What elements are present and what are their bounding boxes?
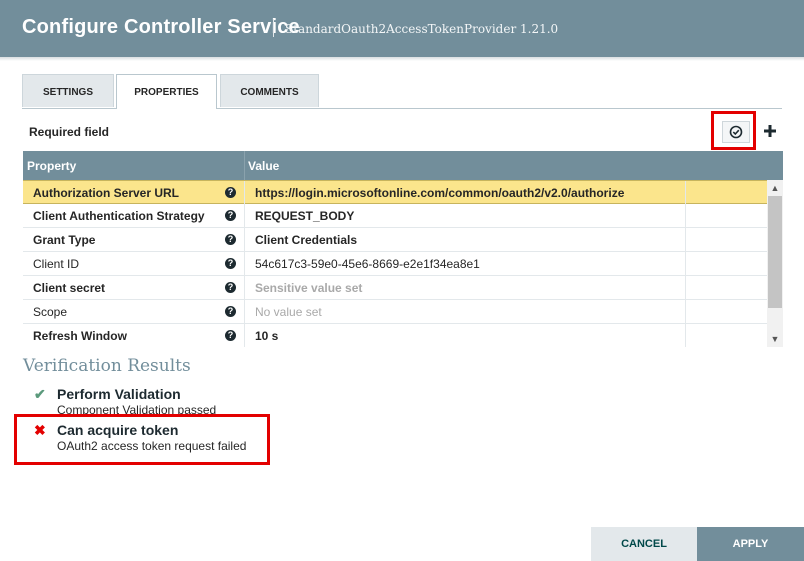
verification-result-title: Can acquire token (57, 422, 179, 438)
verification-result-detail: Component Validation passed (57, 403, 217, 417)
help-icon[interactable]: ? (225, 210, 236, 221)
check-circle-icon (729, 125, 743, 139)
property-name: Refresh Window (33, 329, 127, 343)
apply-button[interactable]: APPLY (697, 527, 804, 561)
table-body: Authorization Server URL ? https://login… (23, 180, 767, 347)
cell-divider (244, 181, 245, 204)
checkmark-icon: ✔ (34, 386, 46, 402)
title-separator (273, 19, 274, 37)
help-icon[interactable]: ? (225, 282, 236, 293)
property-name: Grant Type (33, 233, 96, 247)
table-row[interactable]: Client ID ? 54c617c3-59e0-45e6-8669-e2e1… (23, 252, 767, 276)
table-scrollbar[interactable]: ▲ ▼ (767, 180, 783, 347)
properties-table: Property Value Authorization Server URL … (23, 151, 783, 347)
cell-divider (244, 300, 245, 323)
help-icon[interactable]: ? (225, 187, 236, 198)
verify-button[interactable] (722, 121, 750, 143)
tab-comments[interactable]: COMMENTS (220, 74, 319, 107)
dialog-title: Configure Controller Service (22, 16, 300, 38)
scroll-up-icon[interactable]: ▲ (770, 183, 780, 193)
cell-divider (685, 300, 686, 323)
property-value[interactable]: No value set (255, 305, 322, 319)
verification-results-title: Verification Results (23, 356, 191, 376)
table-header: Property Value (23, 151, 783, 180)
help-icon[interactable]: ? (225, 258, 236, 269)
table-row[interactable]: Refresh Window ? 10 s (23, 324, 767, 347)
verification-result-title: Perform Validation (57, 386, 181, 402)
table-row[interactable]: Authorization Server URL ? https://login… (23, 180, 767, 204)
property-name: Client ID (33, 257, 80, 271)
tab-properties[interactable]: PROPERTIES (116, 74, 217, 109)
property-value[interactable]: 10 s (255, 329, 278, 343)
cell-divider (244, 204, 245, 227)
property-value[interactable]: https://login.microsoftonline.com/common… (255, 186, 624, 200)
cell-divider (244, 324, 245, 347)
property-value[interactable]: REQUEST_BODY (255, 209, 354, 223)
cell-divider (685, 276, 686, 299)
cell-divider (244, 252, 245, 275)
dialog-header: Configure Controller Service StandardOau… (0, 0, 804, 57)
tab-settings[interactable]: SETTINGS (22, 74, 114, 107)
cancel-button[interactable]: CANCEL (591, 527, 697, 561)
help-icon[interactable]: ? (225, 234, 236, 245)
scrollbar-thumb[interactable] (768, 196, 782, 308)
table-row[interactable]: Scope ? No value set (23, 300, 767, 324)
table-row[interactable]: Grant Type ? Client Credentials (23, 228, 767, 252)
scroll-down-icon[interactable]: ▼ (770, 334, 780, 344)
header-divider (244, 151, 245, 180)
plus-icon (764, 125, 776, 137)
column-header-value: Value (248, 159, 280, 173)
cell-divider (244, 228, 245, 251)
required-field-label: Required field (29, 125, 110, 139)
error-x-icon: ✖ (34, 422, 46, 438)
cell-divider (685, 204, 686, 227)
cell-divider (685, 181, 686, 204)
column-header-property: Property (27, 159, 77, 173)
property-value[interactable]: Client Credentials (255, 233, 357, 247)
cell-divider (685, 324, 686, 347)
help-icon[interactable]: ? (225, 330, 236, 341)
header-shadow (0, 57, 804, 61)
cell-divider (685, 228, 686, 251)
table-row[interactable]: Client secret ? Sensitive value set (23, 276, 767, 300)
add-property-button[interactable] (759, 119, 781, 143)
verification-result-detail: OAuth2 access token request failed (57, 439, 247, 453)
tab-bar: SETTINGS PROPERTIES COMMENTS (22, 74, 782, 109)
property-name: Client secret (33, 281, 106, 295)
property-name: Client Authentication Strategy (33, 209, 205, 223)
table-row[interactable]: Client Authentication Strategy ? REQUEST… (23, 204, 767, 228)
cell-divider (244, 276, 245, 299)
dialog-footer: CANCEL APPLY (0, 527, 804, 561)
property-value[interactable]: Sensitive value set (255, 281, 362, 295)
property-name: Authorization Server URL (33, 186, 180, 200)
property-name: Scope (33, 305, 68, 319)
help-icon[interactable]: ? (225, 306, 236, 317)
dialog-subtitle: StandardOauth2AccessTokenProvider 1.21.0 (285, 22, 559, 36)
property-value[interactable]: 54c617c3-59e0-45e6-8669-e2e1f34ea8e1 (255, 257, 480, 271)
cell-divider (685, 252, 686, 275)
